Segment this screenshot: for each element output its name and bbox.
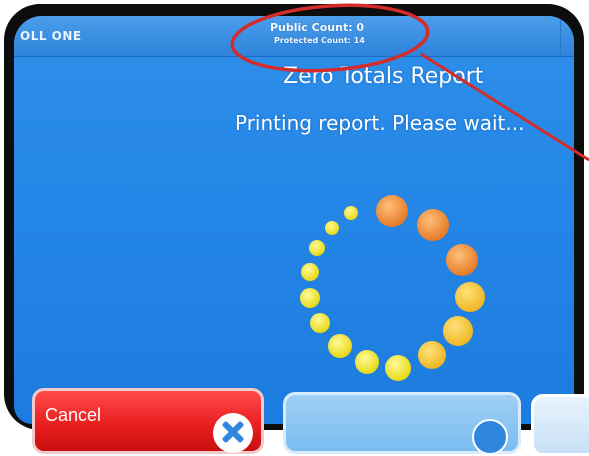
status-message: Printing report. Please wait... <box>235 111 525 135</box>
cancel-button-label: Cancel <box>45 405 102 425</box>
status-bar: OLL ONE Public Count: 0 Protected Count:… <box>14 16 574 57</box>
public-count: Public Count: 0 <box>270 21 365 34</box>
poll-name: OLL ONE <box>20 29 82 43</box>
action-button[interactable] <box>283 392 521 455</box>
circle-icon <box>472 419 508 455</box>
cancel-button[interactable]: Cancel <box>32 388 264 454</box>
protected-count: Protected Count: 14 <box>274 36 365 45</box>
close-icon <box>213 413 253 453</box>
report-title: Zero Totals Report <box>283 64 484 89</box>
next-button[interactable] <box>531 394 589 456</box>
status-bar-divider <box>560 16 561 56</box>
ballot-counts: Public Count: 0 Protected Count: 14 <box>270 21 410 45</box>
